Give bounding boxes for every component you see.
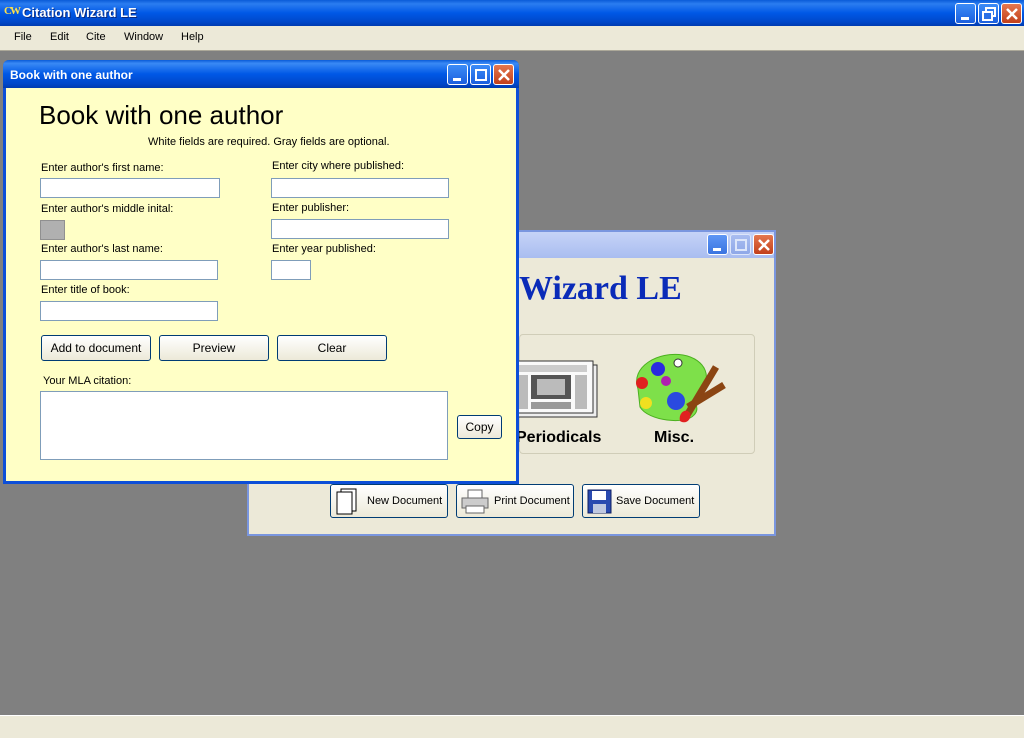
city-label: Enter city where published: (272, 160, 405, 172)
printer-icon (461, 489, 489, 514)
close-button[interactable] (1001, 3, 1022, 24)
menu-help[interactable]: Help (181, 31, 204, 43)
publisher-label: Enter publisher: (272, 202, 350, 214)
form-note: White fields are required. Gray fields a… (148, 136, 390, 148)
save-document-button[interactable]: Save Document (582, 484, 700, 518)
book-form-window: Book with one author Book with one autho… (3, 60, 519, 484)
form-maximize-button[interactable] (470, 64, 491, 85)
save-document-label: Save Document (616, 495, 695, 507)
last-name-input[interactable] (40, 260, 218, 280)
menu-window[interactable]: Window (124, 31, 163, 43)
close-icon (758, 239, 770, 251)
child-close-button[interactable] (753, 234, 774, 255)
maximize-icon (475, 69, 487, 81)
copy-button[interactable]: Copy (457, 415, 502, 439)
year-input[interactable] (271, 260, 311, 280)
menu-file[interactable]: File (14, 31, 32, 43)
restore-icon (982, 7, 996, 21)
close-icon (498, 69, 510, 81)
first-name-input[interactable] (40, 178, 220, 198)
restore-button[interactable] (978, 3, 999, 24)
form-minimize-button[interactable] (447, 64, 468, 85)
book-form-title-bar[interactable]: Book with one author (3, 60, 519, 88)
book-form-window-title: Book with one author (10, 68, 133, 82)
close-icon (1006, 8, 1018, 20)
minimize-button[interactable] (955, 3, 976, 24)
citation-textarea[interactable] (40, 391, 448, 460)
publisher-input[interactable] (271, 219, 449, 239)
new-document-icon (336, 488, 357, 515)
middle-initial-label: Enter author's middle inital: (41, 203, 174, 215)
year-label: Enter year published: (272, 243, 376, 255)
book-title-input[interactable] (40, 301, 218, 321)
category-group: Periodicals Misc. (511, 334, 755, 454)
clear-button[interactable]: Clear (277, 335, 387, 361)
preview-button[interactable]: Preview (159, 335, 269, 361)
app-icon: CW (4, 5, 21, 17)
print-document-button[interactable]: Print Document (456, 484, 574, 518)
menu-bar: File Edit Cite Window Help (0, 26, 1024, 51)
print-document-label: Print Document (494, 495, 570, 507)
newspaper-icon[interactable] (511, 359, 601, 421)
last-name-label: Enter author's last name: (41, 243, 163, 255)
app-title: Citation Wizard LE (22, 5, 137, 20)
palette-icon[interactable] (628, 349, 732, 429)
book-title-label: Enter title of book: (41, 284, 130, 296)
floppy-disk-icon (587, 489, 612, 514)
add-to-document-button[interactable]: Add to document (41, 335, 151, 361)
menu-cite[interactable]: Cite (86, 31, 106, 43)
first-name-label: Enter author's first name: (41, 162, 164, 174)
maximize-icon (735, 239, 747, 251)
new-document-button[interactable]: New Document (330, 484, 448, 518)
status-bar (0, 715, 1024, 738)
form-close-button[interactable] (493, 64, 514, 85)
city-input[interactable] (271, 178, 449, 198)
middle-initial-input[interactable] (40, 220, 65, 240)
child-minimize-button[interactable] (707, 234, 728, 255)
form-heading: Book with one author (39, 100, 284, 130)
app-title-bar[interactable]: CW Citation Wizard LE (0, 0, 1024, 26)
category-misc[interactable]: Misc. (654, 429, 694, 447)
app-heading: Wizard LE (519, 270, 682, 307)
new-document-label: New Document (367, 495, 443, 507)
citation-label: Your MLA citation: (43, 375, 132, 387)
minimize-icon (453, 78, 461, 81)
minimize-icon (713, 248, 721, 251)
child-maximize-button[interactable] (730, 234, 751, 255)
menu-edit[interactable]: Edit (50, 31, 69, 43)
category-periodicals[interactable]: Periodicals (516, 429, 601, 447)
minimize-icon (961, 17, 969, 20)
